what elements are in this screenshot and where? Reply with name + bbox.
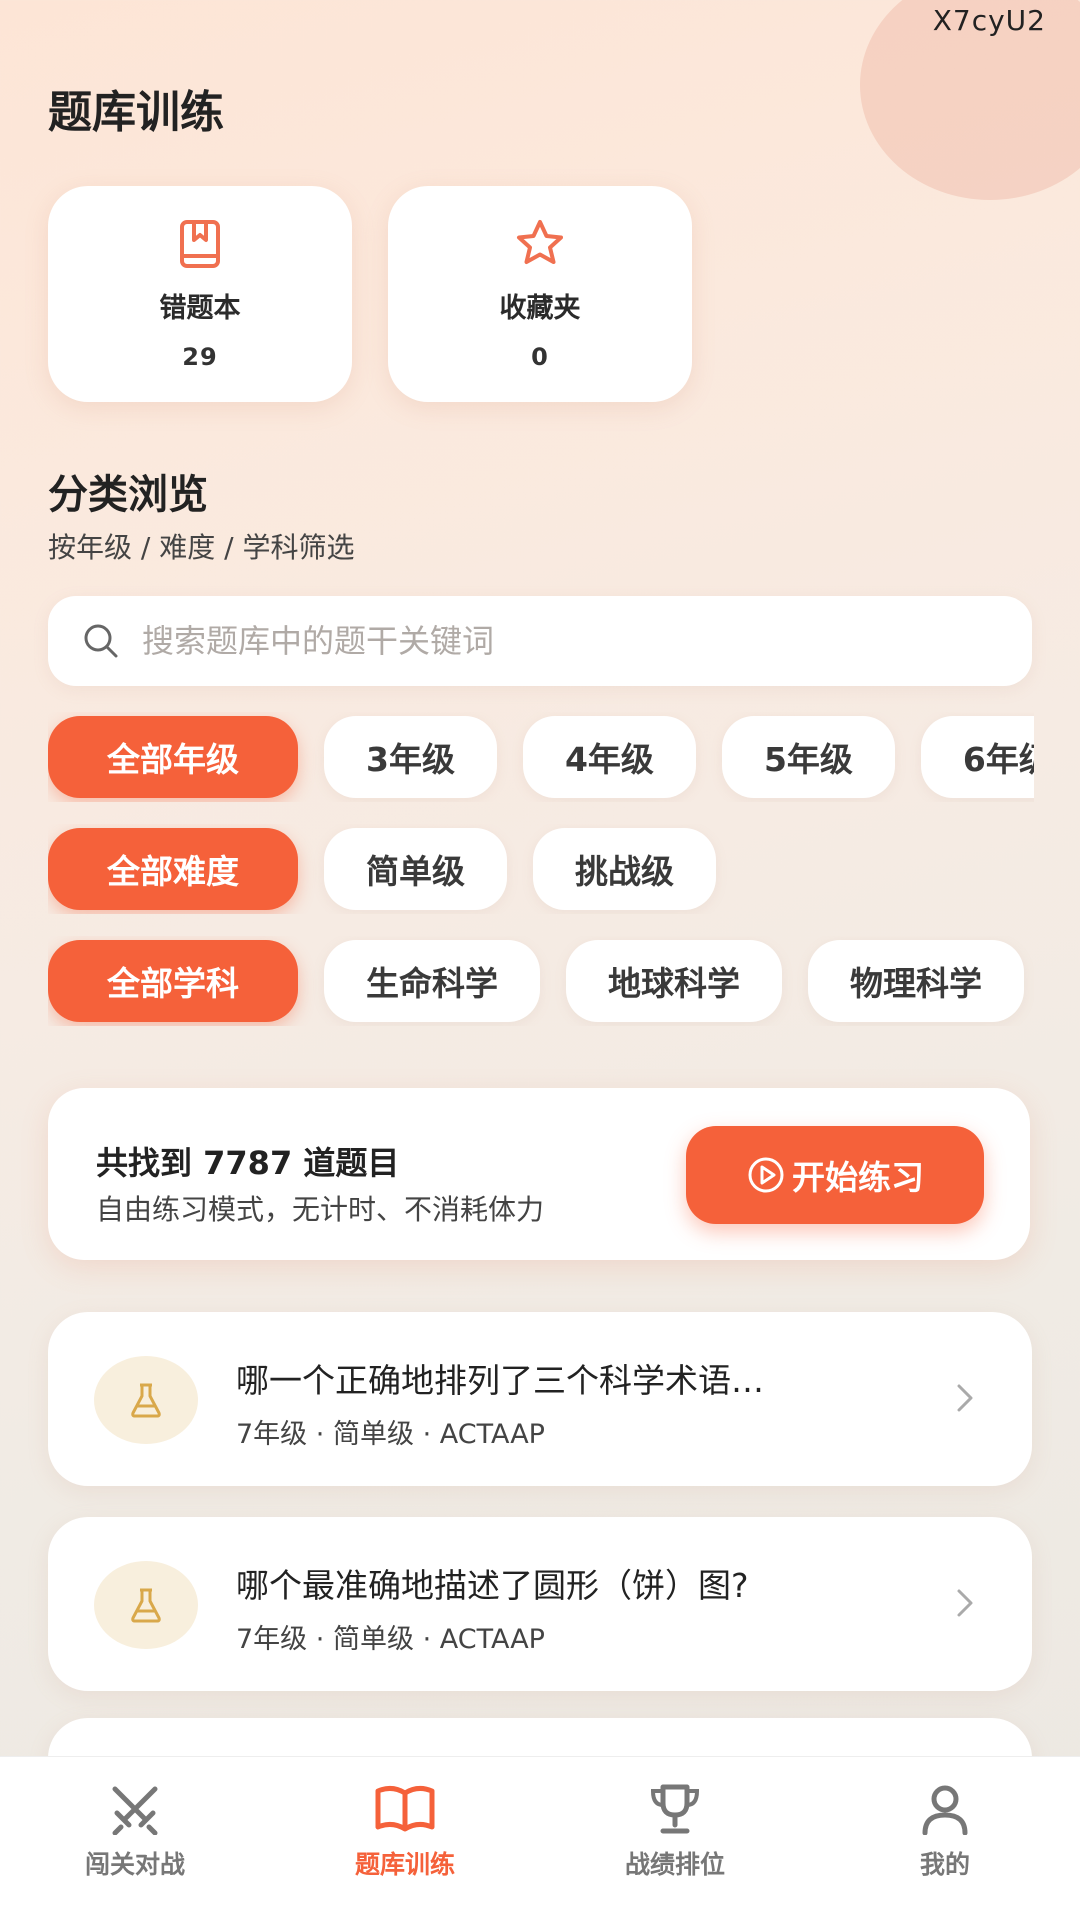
play-circle-icon: [748, 1157, 784, 1193]
chip-subject-physical[interactable]: 物理科学: [808, 940, 1024, 1022]
grade-filter-row: 全部年级 3年级 4年级 5年级 6年级: [48, 712, 1034, 802]
favorites-count: 0: [531, 343, 549, 371]
meta-separator: ·: [315, 1624, 325, 1655]
chip-grade-all[interactable]: 全部年级: [48, 716, 298, 798]
crossed-swords-icon: [112, 1786, 158, 1835]
question-source: ACTAAP: [439, 1624, 545, 1655]
start-practice-button[interactable]: 开始练习: [686, 1126, 984, 1224]
bookmark-book-icon: [180, 220, 220, 268]
tab-ranking-label: 战绩排位: [624, 1850, 725, 1879]
favorites-label: 收藏夹: [499, 293, 581, 324]
result-summary-card: 共找到 7787 道题目 自由练习模式，无计时、不消耗体力 开始练习: [48, 1088, 1030, 1260]
search-input[interactable]: [142, 622, 962, 660]
tab-battle-label: 闯关对战: [84, 1850, 185, 1879]
flask-icon: [131, 1588, 161, 1623]
subject-filter-row: 全部学科 生命科学 地球科学 物理科学: [48, 936, 1034, 1026]
chip-difficulty-all[interactable]: 全部难度: [48, 828, 298, 910]
wrong-questions-label: 错题本: [159, 293, 241, 324]
star-icon: [517, 220, 563, 264]
chip-difficulty-challenge[interactable]: 挑战级: [533, 828, 716, 910]
user-icon: [922, 1785, 968, 1835]
question-title: 哪个最准确地描述了圆形（饼）图?: [236, 1566, 749, 1605]
section-title: 分类浏览: [48, 472, 208, 518]
tab-ranking[interactable]: 战绩排位: [540, 1757, 810, 1920]
chip-grade-4[interactable]: 4年级: [522, 716, 696, 798]
meta-separator: ·: [315, 1419, 325, 1450]
tab-battle[interactable]: 闯关对战: [0, 1757, 270, 1920]
open-book-icon: [375, 1785, 435, 1832]
section-subtitle: 按年级 / 难度 / 学科筛选: [48, 531, 355, 564]
chip-grade-5[interactable]: 5年级: [721, 716, 895, 798]
wrong-questions-count: 29: [182, 343, 218, 371]
question-item[interactable]: 哪一个正确地排列了三个科学术语… 7年级 · 简单级 · ACTAAP: [48, 1312, 1032, 1486]
question-source: ACTAAP: [439, 1419, 545, 1450]
question-icon-bg: [94, 1561, 198, 1649]
question-difficulty: 简单级: [332, 1419, 414, 1450]
meta-separator: ·: [422, 1624, 432, 1655]
result-count-title: 共找到 7787 道题目: [96, 1144, 400, 1182]
tab-profile-label: 我的: [919, 1850, 970, 1879]
chevron-right-icon: [957, 1589, 973, 1617]
chevron-right-icon: [957, 1384, 973, 1412]
start-practice-label: 开始练习: [792, 1158, 924, 1197]
tab-question-bank[interactable]: 题库训练: [270, 1757, 540, 1920]
trophy-icon: [650, 1784, 700, 1834]
chip-subject-all[interactable]: 全部学科: [48, 940, 298, 1022]
question-meta: 7年级 · 简单级 · ACTAAP: [236, 1412, 545, 1451]
question-grade: 7年级: [236, 1624, 308, 1655]
watermark-text: X7cyU2: [932, 4, 1046, 37]
chip-grade-3[interactable]: 3年级: [324, 716, 497, 798]
search-box[interactable]: [48, 596, 1032, 686]
chip-grade-6[interactable]: 6年级: [920, 716, 1034, 798]
chip-subject-life[interactable]: 生命科学: [324, 940, 540, 1022]
difficulty-filter-row: 全部难度 简单级 挑战级: [48, 824, 1034, 914]
page-title: 题库训练: [48, 87, 224, 138]
bottom-tab-bar: 闯关对战 题库训练 战绩排位 我的: [0, 1756, 1080, 1920]
flask-icon: [131, 1383, 161, 1418]
wrong-questions-card[interactable]: 错题本 29: [48, 186, 352, 402]
question-meta: 7年级 · 简单级 · ACTAAP: [236, 1617, 545, 1656]
result-mode-subtitle: 自由练习模式，无计时、不消耗体力: [96, 1193, 545, 1226]
chip-difficulty-easy[interactable]: 简单级: [324, 828, 507, 910]
tab-question-bank-label: 题库训练: [354, 1850, 455, 1879]
question-item[interactable]: 哪个最准确地描述了圆形（饼）图? 7年级 · 简单级 · ACTAAP: [48, 1517, 1032, 1691]
tab-profile[interactable]: 我的: [810, 1757, 1080, 1920]
meta-separator: ·: [422, 1419, 432, 1450]
question-icon-bg: [94, 1356, 198, 1444]
question-grade: 7年级: [236, 1419, 308, 1450]
chip-subject-earth[interactable]: 地球科学: [566, 940, 782, 1022]
question-title: 哪一个正确地排列了三个科学术语…: [236, 1361, 764, 1400]
search-icon: [84, 624, 118, 658]
question-difficulty: 简单级: [332, 1624, 414, 1655]
favorites-card[interactable]: 收藏夹 0: [388, 186, 692, 402]
